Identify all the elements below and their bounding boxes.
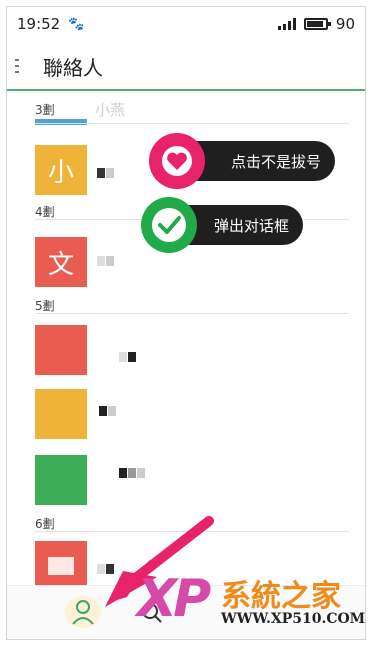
contact-name-blurred xyxy=(119,463,146,478)
section-header-6: 6劃 xyxy=(35,517,55,531)
avatar[interactable] xyxy=(35,389,87,439)
contact-name-blurred xyxy=(119,347,137,362)
status-right: 90 xyxy=(277,15,355,33)
avatar-initial: 小 xyxy=(47,157,74,188)
status-bar: 19:52 🐾 90 xyxy=(7,7,365,41)
watermark: XP 系統之家 WWW.XP510.COM xyxy=(137,569,365,633)
divider xyxy=(35,313,349,314)
battery-icon xyxy=(303,18,331,30)
battery-level: 90 xyxy=(335,15,355,33)
heart-icon xyxy=(149,133,205,189)
avatar[interactable]: 小 xyxy=(35,145,87,195)
section-header-5: 5劃 xyxy=(35,299,55,313)
contact-name: 小燕 xyxy=(95,101,126,119)
contact-name-blurred xyxy=(97,163,115,178)
dialog-callout-label: 弹出对话框 xyxy=(213,216,289,235)
signal-icon xyxy=(277,18,296,30)
watermark-brand: 系統之家 xyxy=(221,579,341,614)
section-header-3: 3劃 xyxy=(35,103,55,117)
avatar-initial: 文 xyxy=(47,249,74,280)
avatar[interactable] xyxy=(35,325,87,375)
contacts-tab-icon[interactable] xyxy=(65,596,101,632)
phone-screen: 19:52 🐾 90 聯絡人 小燕 3劃 小 4劃 文 5劃 6劃 点击不是拔号… xyxy=(6,6,366,640)
watermark-logo: XP xyxy=(137,569,211,629)
avatar xyxy=(35,119,87,125)
tap-callout-label: 点击不是拔号 xyxy=(230,152,321,171)
app-header: 聯絡人 xyxy=(7,43,365,91)
divider xyxy=(35,123,349,124)
status-time: 19:52 xyxy=(17,15,61,33)
avatar[interactable]: 文 xyxy=(35,237,87,287)
watermark-url: WWW.XP510.COM xyxy=(221,611,366,627)
check-icon xyxy=(141,197,197,253)
page-title: 聯絡人 xyxy=(43,55,103,80)
section-header-4: 4劃 xyxy=(35,205,55,219)
drawer-handle-icon[interactable] xyxy=(15,59,33,73)
contact-name-blurred xyxy=(99,401,117,416)
contact-name-blurred xyxy=(97,251,115,266)
avatar[interactable] xyxy=(35,541,87,591)
avatar[interactable] xyxy=(35,455,87,505)
paw-icon: 🐾 xyxy=(68,16,85,32)
